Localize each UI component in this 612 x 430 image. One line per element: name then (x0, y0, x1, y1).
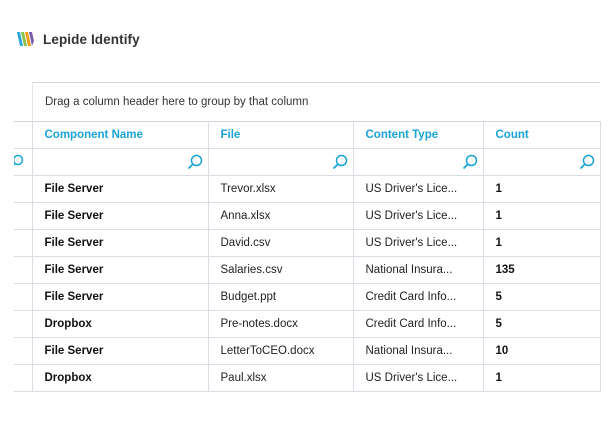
component-name-cell: Dropbox (32, 310, 209, 338)
content-type-cell: US Driver's Lice... (353, 175, 484, 203)
component-name-cell: File Server (32, 175, 209, 203)
table-row[interactable]: File Server Salaries.csv National Insura… (14, 256, 601, 284)
content-type-cell: US Driver's Lice... (353, 229, 484, 257)
header-row: Component Name File Content Type Count (14, 121, 601, 149)
file-cell: Salaries.csv (208, 256, 354, 284)
table-row[interactable]: File Server Anna.xlsx US Driver's Lice..… (14, 202, 601, 230)
results-table: Component Name File Content Type Count F… (14, 121, 601, 392)
content-type-cell: National Insura... (353, 337, 484, 365)
content-type-cell: Credit Card Info... (353, 283, 484, 311)
row-indicator (14, 202, 33, 230)
lepide-logo-icon (17, 32, 34, 46)
magnifier-icon[interactable] (462, 154, 478, 170)
column-header-component-name[interactable]: Component Name (32, 121, 209, 149)
content-type-cell: National Insura... (353, 256, 484, 284)
filter-cell-count[interactable] (483, 148, 601, 176)
file-cell: Budget.ppt (208, 283, 354, 311)
filter-cell-component-name[interactable] (32, 148, 209, 176)
row-indicator (14, 256, 33, 284)
count-cell: 10 (483, 337, 601, 365)
count-cell: 1 (483, 364, 601, 392)
table-row[interactable]: File Server David.csv US Driver's Lice..… (14, 229, 601, 257)
group-hint-text: Drag a column header here to group by th… (45, 96, 309, 108)
row-indicator (14, 337, 33, 365)
column-header-count[interactable]: Count (483, 121, 601, 149)
file-cell: Anna.xlsx (208, 202, 354, 230)
component-name-cell: Dropbox (32, 364, 209, 392)
file-cell: LetterToCEO.docx (208, 337, 354, 365)
filter-cell-file[interactable] (208, 148, 354, 176)
component-name-cell: File Server (32, 229, 209, 257)
count-cell: 1 (483, 202, 601, 230)
content-type-cell: US Driver's Lice... (353, 202, 484, 230)
table-row[interactable]: Dropbox Paul.xlsx US Driver's Lice... 1 (14, 364, 601, 392)
column-header-content-type[interactable]: Content Type (353, 121, 484, 149)
column-header-file[interactable]: File (208, 121, 354, 149)
filter-cell-content-type[interactable] (353, 148, 484, 176)
row-indicator-header (14, 121, 33, 149)
data-grid: Drag a column header here to group by th… (14, 82, 601, 392)
count-cell: 1 (483, 175, 601, 203)
content-type-cell: Credit Card Info... (353, 310, 484, 338)
row-indicator (14, 229, 33, 257)
filter-row (14, 148, 601, 176)
row-indicator (14, 310, 33, 338)
component-name-cell: File Server (32, 202, 209, 230)
count-cell: 5 (483, 310, 601, 338)
component-name-cell: File Server (32, 256, 209, 284)
magnifier-icon[interactable] (332, 154, 348, 170)
count-cell: 5 (483, 283, 601, 311)
app-header: Lepide Identify (16, 27, 140, 51)
row-indicator (14, 283, 33, 311)
file-cell: Pre-notes.docx (208, 310, 354, 338)
magnifier-icon[interactable] (14, 154, 28, 170)
component-name-cell: File Server (32, 337, 209, 365)
table-row[interactable]: File Server LetterToCEO.docx National In… (14, 337, 601, 365)
count-cell: 135 (483, 256, 601, 284)
table-row[interactable]: Dropbox Pre-notes.docx Credit Card Info.… (14, 310, 601, 338)
component-name-cell: File Server (32, 283, 209, 311)
row-indicator (14, 175, 33, 203)
file-cell: Trevor.xlsx (208, 175, 354, 203)
row-indicator (14, 364, 33, 392)
file-cell: Paul.xlsx (208, 364, 354, 392)
magnifier-icon[interactable] (579, 154, 595, 170)
count-cell: 1 (483, 229, 601, 257)
app-title: Lepide Identify (43, 31, 140, 47)
file-cell: David.csv (208, 229, 354, 257)
group-by-drop-area[interactable]: Drag a column header here to group by th… (32, 82, 600, 121)
table-row[interactable]: File Server Trevor.xlsx US Driver's Lice… (14, 175, 601, 203)
table-row[interactable]: File Server Budget.ppt Credit Card Info.… (14, 283, 601, 311)
content-type-cell: US Driver's Lice... (353, 364, 484, 392)
magnifier-icon[interactable] (187, 154, 203, 170)
row-filter-toggle[interactable] (14, 148, 33, 176)
